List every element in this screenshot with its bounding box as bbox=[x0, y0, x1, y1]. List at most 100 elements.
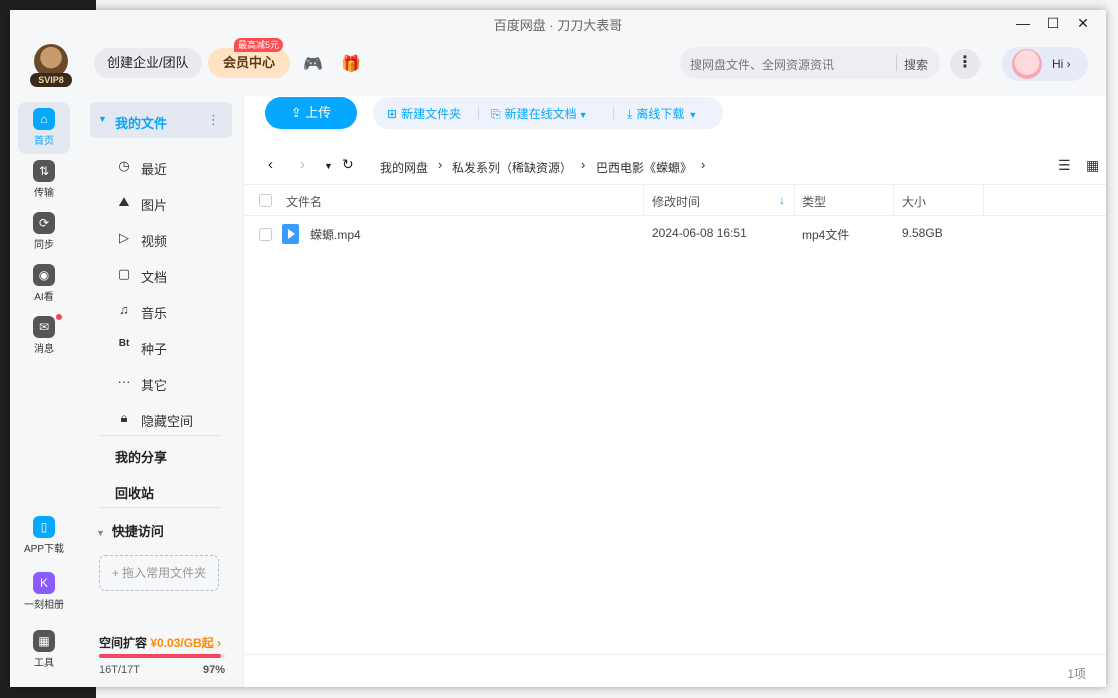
nav-item-app-download[interactable]: ▯ APP下载 bbox=[18, 510, 70, 562]
sidebar-item-other[interactable]: ··· 其它 bbox=[112, 366, 232, 398]
nav-item-home[interactable]: ⌂ 首页 bbox=[18, 102, 70, 154]
svip-badge: SVIP8 bbox=[30, 73, 72, 87]
more-icon[interactable]: ⋮ bbox=[207, 112, 220, 128]
sidebar-item-recent[interactable]: ◷ 最近 bbox=[112, 150, 232, 182]
play-icon: ▷ bbox=[119, 230, 129, 245]
column-size[interactable]: 大小 bbox=[902, 193, 926, 210]
new-online-doc-button[interactable]: ⎘ 新建在线文档 ▼ bbox=[491, 105, 588, 122]
video-file-icon bbox=[282, 224, 299, 244]
table-header: 文件名 修改时间 ↓ 类型 大小 bbox=[244, 184, 1106, 216]
breadcrumb-item[interactable]: 私发系列（稀缺资源） bbox=[452, 159, 572, 176]
storage-upgrade-link[interactable]: 空间扩容 ¥0.03/GB起 › bbox=[99, 634, 221, 651]
clock-icon: ◷ bbox=[118, 158, 130, 173]
mascot-icon bbox=[1012, 49, 1042, 79]
storage-progress-bar bbox=[99, 654, 225, 658]
app-window: 百度网盘 · 刀刀大表哥 — ☐ ✕ SVIP8 创建企业/团队 会员中心 最高… bbox=[10, 10, 1106, 687]
caret-down-icon: ▼ bbox=[96, 528, 105, 538]
column-name[interactable]: 文件名 bbox=[286, 193, 322, 210]
nav-item-message[interactable]: ✉ 消息 bbox=[18, 310, 70, 362]
sidebar-item-images[interactable]: ⛰ 图片 bbox=[112, 186, 232, 218]
sidebar-item-recycle-bin[interactable]: 回收站 bbox=[115, 483, 235, 502]
grid-view-icon[interactable]: ▦ bbox=[1086, 157, 1099, 174]
sidebar-item-my-files[interactable]: ▼ 我的文件 ⋮ bbox=[90, 102, 232, 138]
ellipsis-icon: ··· bbox=[117, 374, 131, 389]
phone-icon: ▯ bbox=[33, 516, 55, 538]
caret-down-icon: ▼ bbox=[98, 114, 107, 124]
column-modified[interactable]: 修改时间 bbox=[652, 193, 700, 210]
close-icon[interactable]: ✕ bbox=[1070, 12, 1096, 34]
file-type: mp4文件 bbox=[802, 228, 850, 242]
home-icon: ⌂ bbox=[33, 108, 55, 130]
ai-icon: ◉ bbox=[33, 264, 55, 286]
vip-promo-badge: 最高减5元 bbox=[234, 38, 284, 52]
sidebar-item-torrents[interactable]: Bt 种子 bbox=[112, 330, 232, 362]
item-count: 1项 bbox=[1067, 667, 1086, 681]
image-icon: ⛰ bbox=[118, 194, 130, 209]
sync-icon: ⟳ bbox=[33, 212, 55, 234]
upload-icon: ⇪ bbox=[290, 105, 302, 120]
maximize-icon[interactable]: ☐ bbox=[1040, 12, 1066, 34]
row-checkbox[interactable] bbox=[259, 228, 272, 241]
vip-center-button[interactable]: 会员中心 bbox=[208, 48, 291, 78]
sidebar-item-hidden-space[interactable]: 🔒︎ 隐藏空间 bbox=[112, 402, 232, 434]
chevron-right-icon: › bbox=[581, 157, 586, 172]
sidebar-item-videos[interactable]: ▷ 视频 bbox=[112, 222, 232, 254]
download-icon: ⤓ bbox=[627, 107, 633, 121]
file-modified: 2024-06-08 16:51 bbox=[652, 226, 747, 240]
search-input[interactable]: 搜网盘文件、全网资源资讯 bbox=[690, 56, 834, 73]
sidebar-item-music[interactable]: ♫ 音乐 bbox=[112, 294, 232, 326]
nav-item-transfer[interactable]: ⇅ 传输 bbox=[18, 154, 70, 206]
unread-dot bbox=[56, 314, 62, 320]
file-name[interactable]: 蝾螈.mp4 bbox=[310, 226, 361, 243]
breadcrumb-item[interactable]: 巴西电影《蝾螈》 bbox=[596, 159, 692, 176]
nav-item-ai[interactable]: ◉ AI看 bbox=[18, 258, 70, 310]
hi-label: Hi › bbox=[1052, 57, 1071, 71]
album-icon: K bbox=[33, 572, 55, 594]
nav-item-sync[interactable]: ⟳ 同步 bbox=[18, 206, 70, 258]
upload-button[interactable]: ⇪ 上传 bbox=[265, 97, 357, 129]
create-enterprise-button[interactable]: 创建企业/团队 bbox=[94, 48, 202, 78]
title-bar: 百度网盘 · 刀刀大表哥 — ☐ ✕ bbox=[10, 10, 1106, 36]
minimize-icon[interactable]: — bbox=[1010, 12, 1036, 34]
back-icon[interactable]: ‹ bbox=[268, 156, 273, 173]
offline-download-button[interactable]: ⤓ 离线下载 ▼ bbox=[627, 105, 697, 122]
search-button[interactable]: 搜索 bbox=[904, 56, 928, 73]
game-icon[interactable]: 🎮 bbox=[302, 54, 324, 74]
avatar[interactable]: SVIP8 bbox=[30, 44, 72, 87]
toolbar-group: ⊞ 新建文件夹 ⎘ 新建在线文档 ▼ ⤓ 离线下载 ▼ bbox=[373, 97, 723, 129]
new-folder-button[interactable]: ⊞ 新建文件夹 bbox=[387, 105, 461, 122]
more-icon[interactable]: ⋮ bbox=[950, 49, 980, 79]
left-nav: ⌂ 首页 ⇅ 传输 ⟳ 同步 ◉ AI看 ✉ 消息 ▯ APP下载 K 一刻相册 bbox=[10, 96, 78, 687]
nav-item-tools[interactable]: ▦ 工具 bbox=[18, 624, 70, 676]
sort-icon[interactable]: ☰ bbox=[1058, 157, 1071, 174]
lock-icon: 🔒︎ bbox=[120, 410, 128, 425]
doc-plus-icon: ⎘ bbox=[491, 107, 501, 121]
window-title: 百度网盘 · 刀刀大表哥 bbox=[493, 18, 623, 33]
chevron-right-icon: › bbox=[701, 157, 706, 172]
storage-percent-text: 97% bbox=[202, 664, 225, 676]
select-all-checkbox[interactable] bbox=[259, 194, 272, 207]
search-bar[interactable]: 搜网盘文件、全网资源资讯 搜索 bbox=[680, 47, 940, 79]
hi-button[interactable]: Hi › bbox=[1002, 47, 1088, 81]
chevron-right-icon: › bbox=[438, 157, 443, 172]
quick-access-header[interactable]: ▼ 快捷访问 bbox=[96, 521, 164, 540]
sort-desc-icon[interactable]: ↓ bbox=[779, 193, 785, 207]
breadcrumb-item[interactable]: 我的网盘 bbox=[380, 159, 428, 176]
nav-item-album[interactable]: K 一刻相册 bbox=[18, 566, 70, 618]
sidebar-item-documents[interactable]: ▢ 文档 bbox=[112, 258, 232, 290]
folder-plus-icon: ⊞ bbox=[387, 107, 398, 121]
headphones-icon: ♫ bbox=[119, 302, 129, 317]
column-type[interactable]: 类型 bbox=[802, 193, 826, 210]
caret-down-icon: ▼ bbox=[578, 110, 588, 120]
forward-icon[interactable]: › bbox=[300, 156, 305, 173]
desktop-background-right bbox=[1106, 0, 1118, 698]
refresh-icon[interactable]: ↻ bbox=[342, 156, 354, 173]
history-dropdown-icon[interactable]: ▼ bbox=[324, 161, 333, 171]
caret-down-icon: ▼ bbox=[688, 110, 698, 120]
message-icon: ✉ bbox=[33, 316, 55, 338]
table-row[interactable]: 蝾螈.mp4 2024-06-08 16:51 mp4文件 9.58GB bbox=[244, 216, 1106, 252]
gift-icon[interactable]: 🎁 bbox=[340, 54, 362, 74]
sidebar-item-my-share[interactable]: 我的分享 bbox=[115, 447, 235, 466]
quick-access-dropzone[interactable]: + 拖入常用文件夹 bbox=[99, 555, 219, 591]
document-icon: ▢ bbox=[117, 266, 131, 281]
